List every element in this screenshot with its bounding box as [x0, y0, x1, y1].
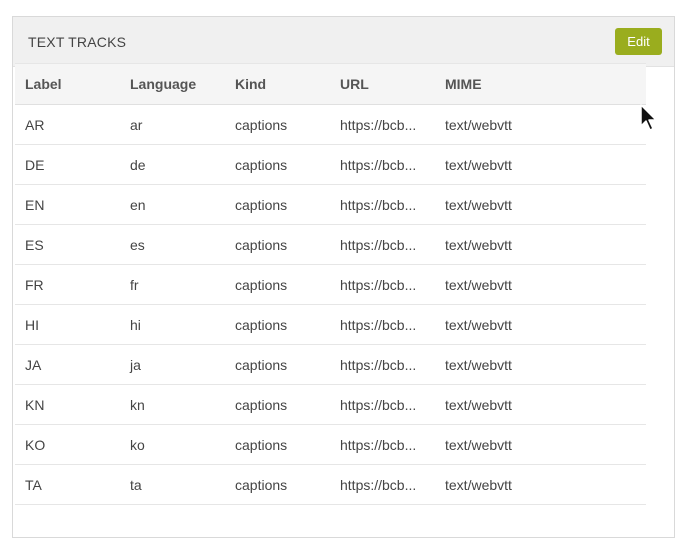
- cell-kind: captions: [225, 304, 330, 345]
- table-row[interactable]: ES es captions https://bcb... text/webvt…: [15, 224, 646, 265]
- cell-label: DE: [15, 144, 120, 185]
- table-row[interactable]: KN kn captions https://bcb... text/webvt…: [15, 384, 646, 425]
- cell-kind: captions: [225, 264, 330, 305]
- cell-language: ja: [120, 344, 225, 385]
- cell-label: JA: [15, 344, 120, 385]
- cell-mime: text/webvtt: [435, 384, 646, 425]
- cell-mime: text/webvtt: [435, 144, 646, 185]
- cell-mime: text/webvtt: [435, 344, 646, 385]
- text-tracks-table: Label Language Kind URL MIME AR ar capti…: [15, 63, 646, 505]
- column-header-url[interactable]: URL: [330, 63, 435, 105]
- cell-mime: text/webvtt: [435, 304, 646, 345]
- table-row[interactable]: EN en captions https://bcb... text/webvt…: [15, 184, 646, 225]
- cell-label: TA: [15, 464, 120, 505]
- table-row[interactable]: JA ja captions https://bcb... text/webvt…: [15, 344, 646, 385]
- cell-language: de: [120, 144, 225, 185]
- cell-kind: captions: [225, 144, 330, 185]
- cell-url: https://bcb...: [330, 304, 435, 345]
- table-row[interactable]: KO ko captions https://bcb... text/webvt…: [15, 424, 646, 465]
- panel-header: TEXT TRACKS Edit: [13, 17, 674, 67]
- column-header-label[interactable]: Label: [15, 63, 120, 105]
- cell-mime: text/webvtt: [435, 424, 646, 465]
- mouse-pointer-icon: [640, 104, 657, 131]
- cell-kind: captions: [225, 424, 330, 465]
- cell-label: EN: [15, 184, 120, 225]
- cell-language: fr: [120, 264, 225, 305]
- column-header-mime[interactable]: MIME: [435, 63, 646, 105]
- edit-button[interactable]: Edit: [615, 28, 662, 55]
- table-row[interactable]: FR fr captions https://bcb... text/webvt…: [15, 264, 646, 305]
- cell-kind: captions: [225, 184, 330, 225]
- table-row[interactable]: DE de captions https://bcb... text/webvt…: [15, 144, 646, 185]
- table-header-row: Label Language Kind URL MIME: [15, 63, 646, 105]
- cell-mime: text/webvtt: [435, 264, 646, 305]
- cell-language: ko: [120, 424, 225, 465]
- cell-language: en: [120, 184, 225, 225]
- cell-mime: text/webvtt: [435, 224, 646, 265]
- text-tracks-table-wrap: Label Language Kind URL MIME AR ar capti…: [15, 63, 646, 505]
- cell-label: KN: [15, 384, 120, 425]
- cell-mime: text/webvtt: [435, 184, 646, 225]
- cell-mime: text/webvtt: [435, 104, 646, 145]
- cell-url: https://bcb...: [330, 144, 435, 185]
- table-row[interactable]: HI hi captions https://bcb... text/webvt…: [15, 304, 646, 345]
- cell-kind: captions: [225, 104, 330, 145]
- cell-url: https://bcb...: [330, 464, 435, 505]
- cell-language: ta: [120, 464, 225, 505]
- cell-language: hi: [120, 304, 225, 345]
- cell-mime: text/webvtt: [435, 464, 646, 505]
- table-row[interactable]: AR ar captions https://bcb... text/webvt…: [15, 104, 646, 145]
- cell-kind: captions: [225, 464, 330, 505]
- column-header-language[interactable]: Language: [120, 63, 225, 105]
- cell-label: HI: [15, 304, 120, 345]
- cell-url: https://bcb...: [330, 264, 435, 305]
- column-header-kind[interactable]: Kind: [225, 63, 330, 105]
- cell-language: es: [120, 224, 225, 265]
- cell-url: https://bcb...: [330, 104, 435, 145]
- cell-label: KO: [15, 424, 120, 465]
- cell-url: https://bcb...: [330, 184, 435, 225]
- cell-url: https://bcb...: [330, 424, 435, 465]
- cell-language: ar: [120, 104, 225, 145]
- cell-kind: captions: [225, 224, 330, 265]
- cell-label: FR: [15, 264, 120, 305]
- cell-label: AR: [15, 104, 120, 145]
- cell-url: https://bcb...: [330, 224, 435, 265]
- cell-url: https://bcb...: [330, 384, 435, 425]
- table-row[interactable]: TA ta captions https://bcb... text/webvt…: [15, 464, 646, 505]
- cell-label: ES: [15, 224, 120, 265]
- panel-title: TEXT TRACKS: [28, 33, 127, 50]
- cell-language: kn: [120, 384, 225, 425]
- cell-kind: captions: [225, 384, 330, 425]
- cell-url: https://bcb...: [330, 344, 435, 385]
- cell-kind: captions: [225, 344, 330, 385]
